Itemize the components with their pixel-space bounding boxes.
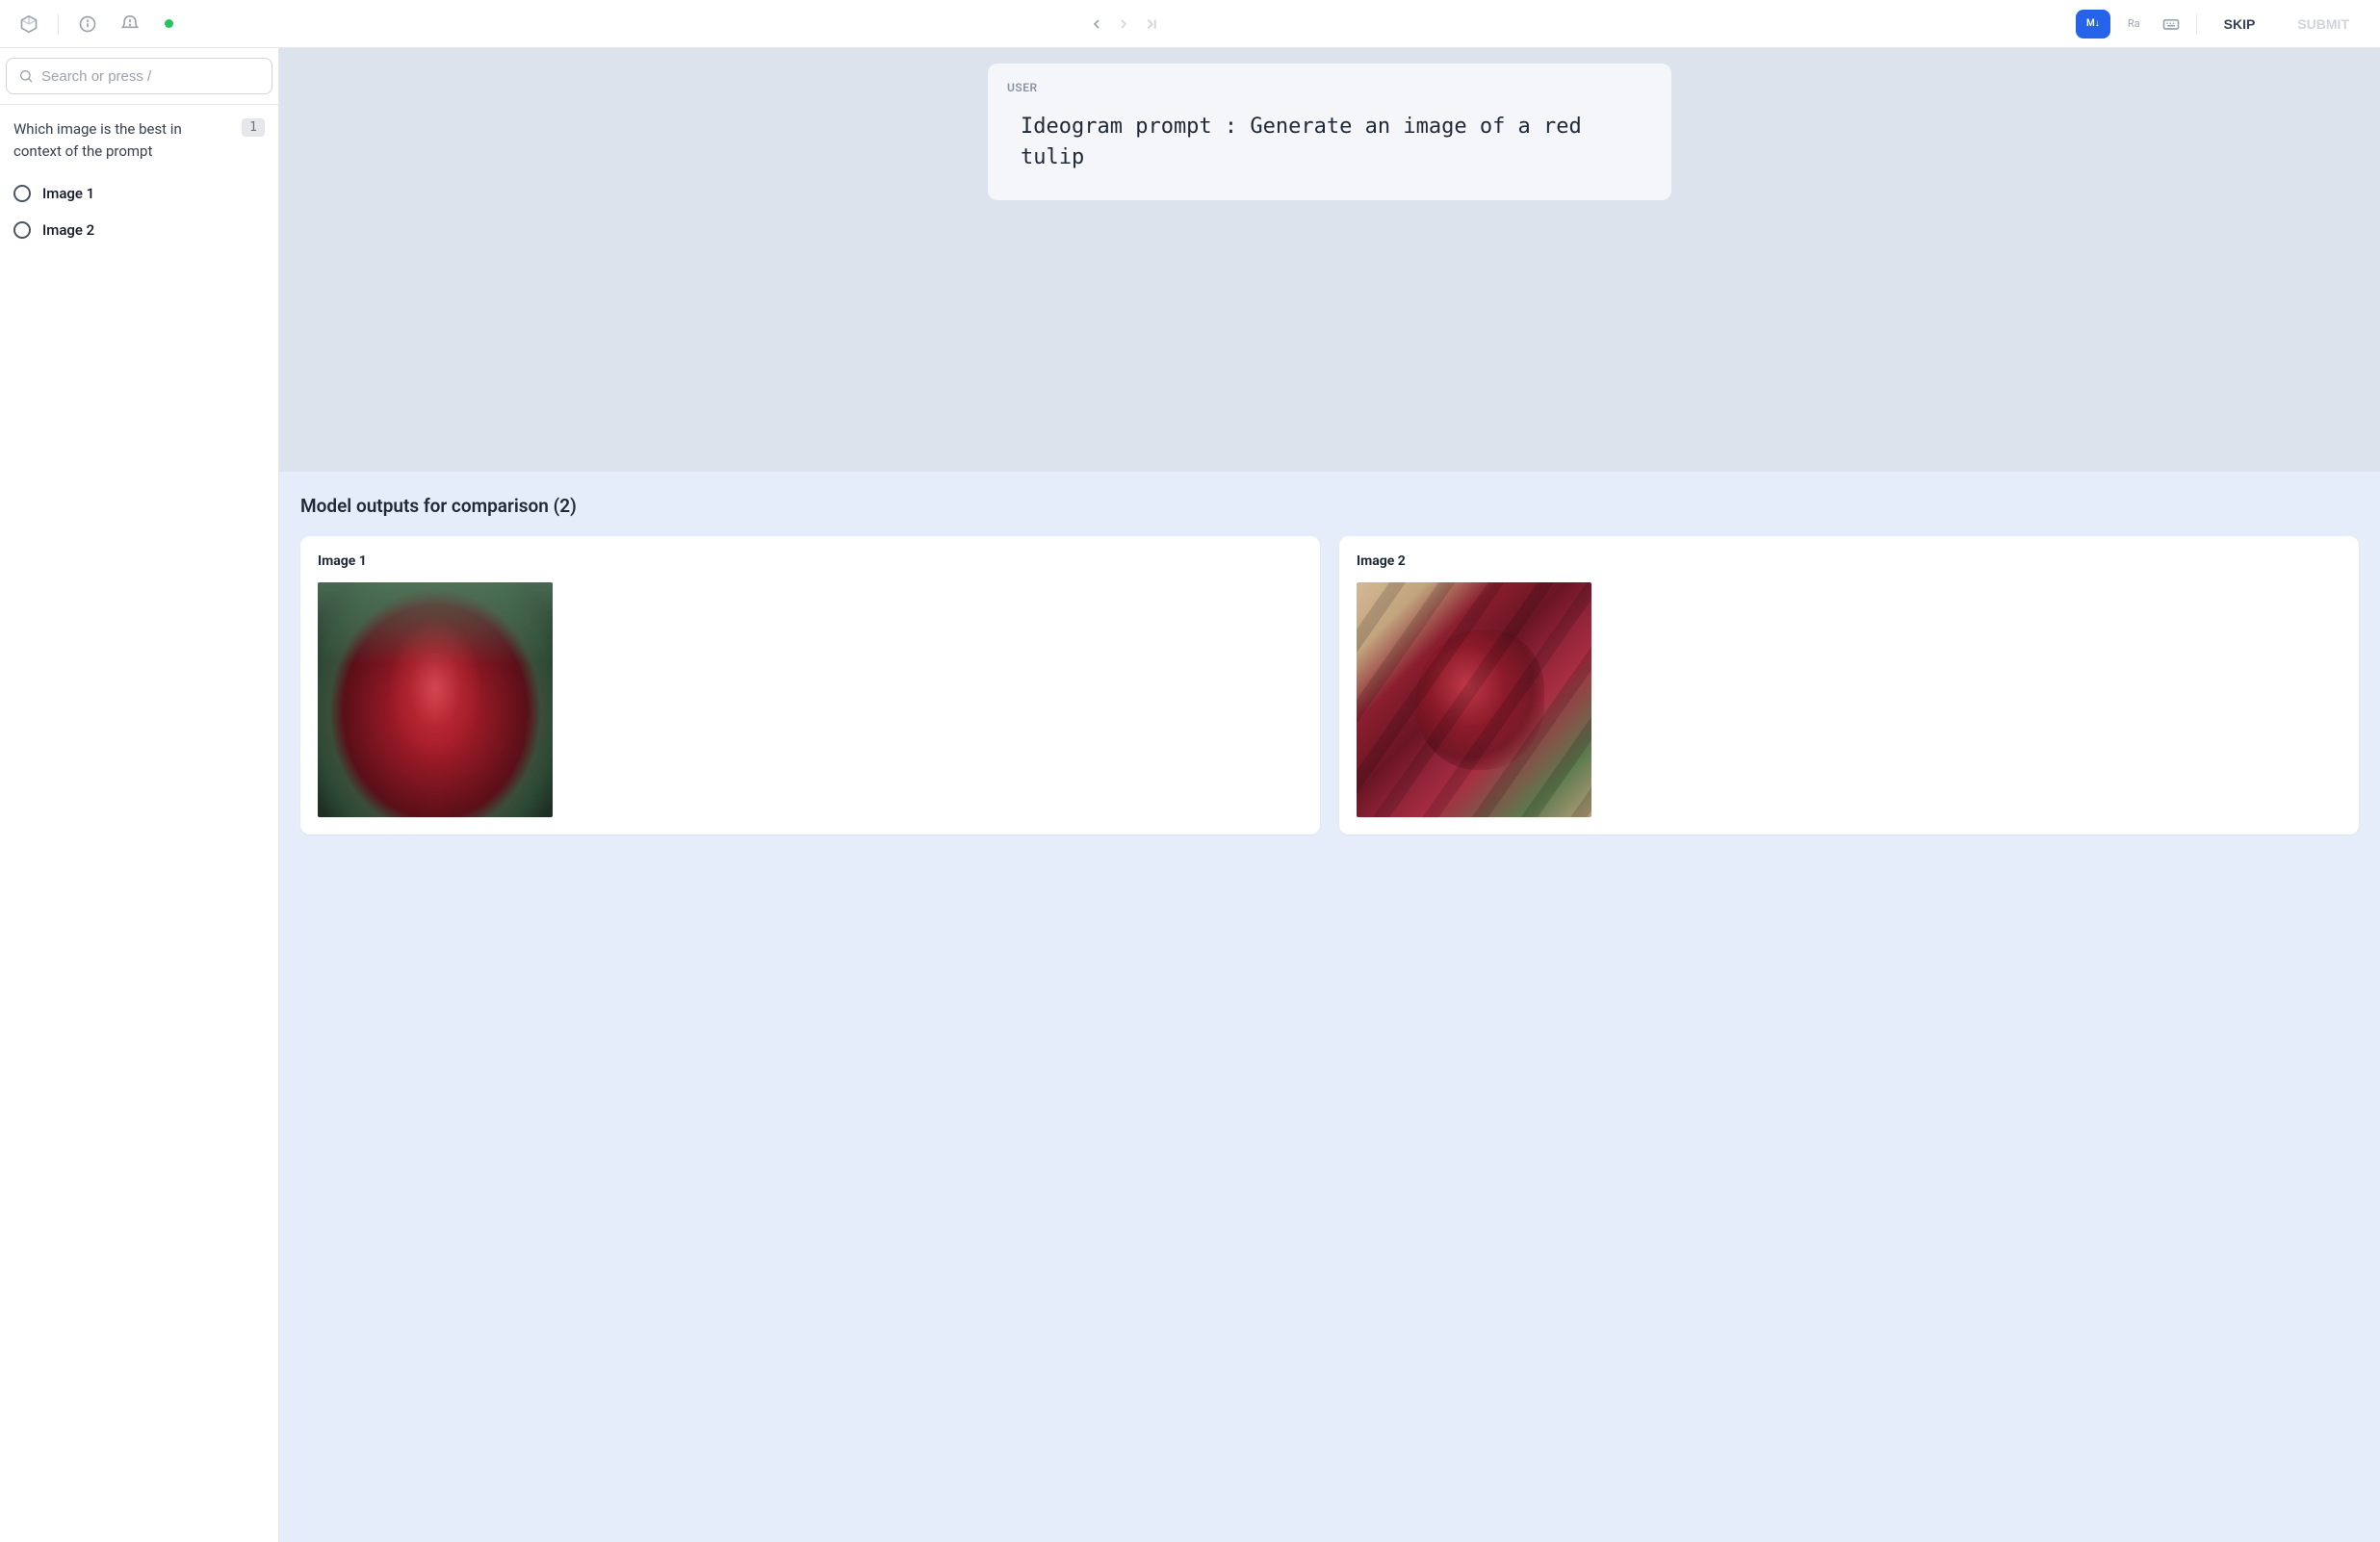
search-input[interactable] (41, 68, 260, 85)
output-card-1[interactable]: Image 1 (300, 536, 1320, 835)
markdown-label: M↓ (2086, 18, 2100, 29)
radio-label: Image 2 (42, 221, 94, 239)
markdown-toggle-button[interactable]: M↓ (2076, 10, 2110, 39)
submit-button[interactable]: SUBMIT (2282, 9, 2365, 39)
output-image-2[interactable] (1357, 582, 1591, 817)
nav-prev-icon[interactable] (1089, 16, 1104, 32)
prompt-text: Ideogram prompt : Generate an image of a… (1007, 112, 1652, 173)
radio-option-image-2[interactable]: Image 2 (13, 212, 265, 248)
toolbar-divider (58, 13, 59, 35)
skip-button[interactable]: SKIP (2209, 9, 2271, 39)
alert-icon[interactable] (116, 11, 143, 38)
radio-icon (13, 185, 31, 202)
search-input-wrapper[interactable] (6, 58, 272, 94)
question-block: Which image is the best in context of th… (0, 104, 278, 262)
status-dot-icon (165, 19, 173, 28)
question-text: Which image is the best in context of th… (13, 118, 232, 162)
outputs-section: Model outputs for comparison (2) Image 1… (279, 472, 2380, 1542)
outputs-heading: Model outputs for comparison (2) (300, 495, 2359, 517)
prompt-role-label: USER (1007, 81, 1652, 94)
search-icon (18, 68, 34, 84)
top-toolbar: M↓ Ra SKIP SUBMIT (0, 0, 2380, 48)
info-icon[interactable] (74, 11, 101, 38)
output-card-title: Image 2 (1357, 553, 2341, 569)
ra-button[interactable]: Ra (2122, 13, 2146, 34)
question-shortcut-badge: 1 (242, 118, 265, 137)
logo-icon[interactable] (15, 11, 42, 38)
radio-option-image-1[interactable]: Image 1 (13, 175, 265, 212)
radio-label: Image 1 (42, 185, 94, 202)
output-card-2[interactable]: Image 2 (1339, 536, 2359, 835)
output-card-title: Image 1 (318, 553, 1303, 569)
nav-last-icon[interactable] (1143, 15, 1160, 33)
sidebar: Which image is the best in context of th… (0, 48, 279, 1542)
nav-next-icon[interactable] (1116, 16, 1131, 32)
ra-label: Ra (2128, 17, 2140, 30)
output-image-1[interactable] (318, 582, 553, 817)
nav-arrows (1089, 15, 1160, 33)
prompt-card: USER Ideogram prompt : Generate an image… (988, 64, 1671, 200)
toolbar-divider (2196, 13, 2197, 35)
keyboard-icon[interactable] (2158, 11, 2185, 38)
radio-icon (13, 221, 31, 239)
main-content: USER Ideogram prompt : Generate an image… (279, 48, 2380, 1542)
